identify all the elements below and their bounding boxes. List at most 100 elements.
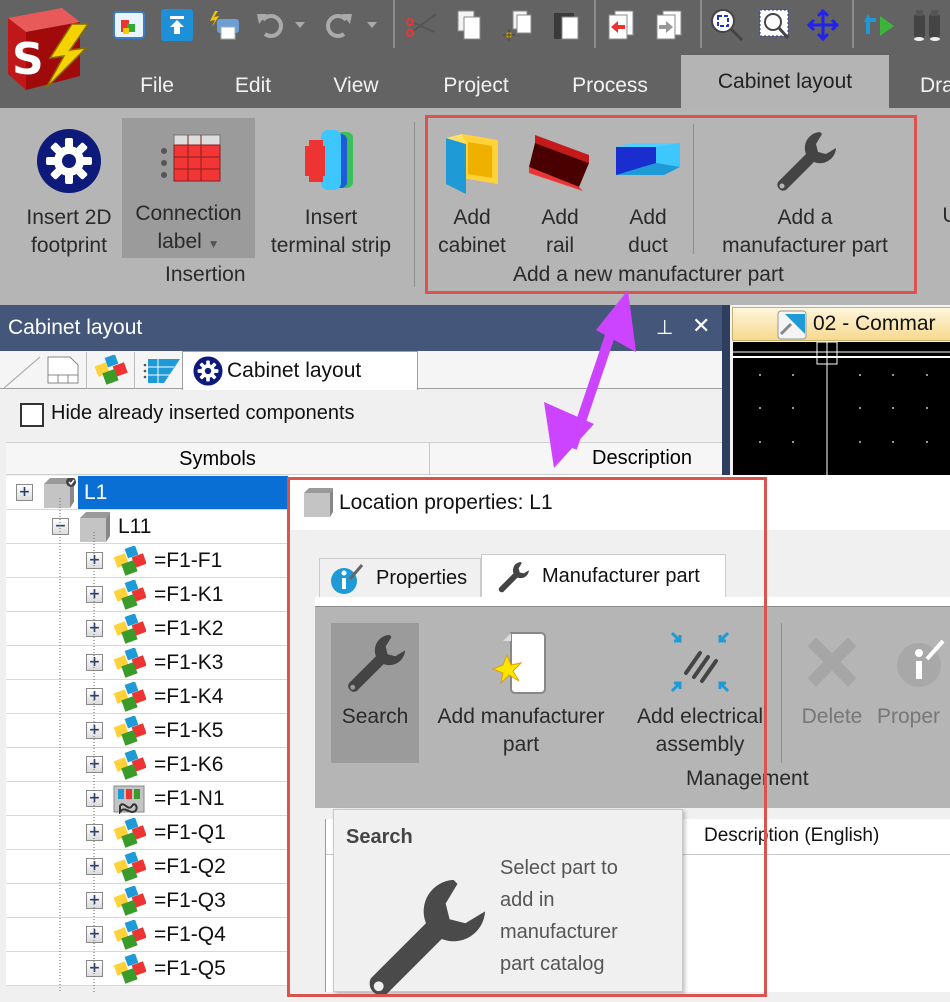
- copy-icon[interactable]: [452, 8, 486, 42]
- close-icon[interactable]: ✕: [692, 313, 710, 339]
- drawing-tab[interactable]: 02 - Commar: [732, 307, 950, 341]
- delete-button-label: Delete: [801, 705, 863, 728]
- tab-cabinet-layout-label: Cabinet layout: [227, 359, 362, 382]
- tab-terminals[interactable]: [142, 355, 182, 387]
- add-electrical-assembly-label-1: Add electrical: [636, 705, 764, 728]
- zoom-window-icon[interactable]: [758, 8, 792, 42]
- delete-x-icon: [808, 621, 856, 703]
- gear-icon: [193, 356, 223, 386]
- search-tooltip: Search Select part to add in manufacture…: [333, 809, 683, 996]
- rail-icon: [527, 118, 593, 204]
- menu-edit[interactable]: Edit: [214, 64, 292, 108]
- insert-2d-footprint-button[interactable]: Insert 2D footprint: [14, 118, 124, 260]
- toolbar-separator: [594, 0, 596, 48]
- wrench-icon: [772, 118, 838, 204]
- properties-button[interactable]: Proper: [877, 621, 950, 731]
- title-bar: S File Edit View Project Process Cabinet…: [0, 0, 950, 108]
- copy-base-point-icon[interactable]: [500, 8, 534, 42]
- undo-icon[interactable]: [253, 8, 287, 42]
- tab-manufacturer-part[interactable]: Manufacturer part: [481, 554, 726, 598]
- chevron-down-icon[interactable]: ▼: [208, 237, 220, 251]
- tab-separator: [134, 352, 135, 389]
- menu-cabinet-layout[interactable]: Cabinet layout: [681, 55, 889, 108]
- print-icon[interactable]: [207, 8, 241, 42]
- cut-icon[interactable]: [404, 8, 438, 42]
- electrical-assembly-icon: [668, 621, 732, 703]
- add-cabinet-label-2: cabinet: [438, 234, 506, 257]
- search-button[interactable]: Search: [331, 623, 419, 763]
- add-duct-label-2: duct: [628, 234, 668, 257]
- add-manufacturer-part-label-2: manufacturer part: [722, 234, 888, 257]
- zoom-extents-icon[interactable]: [710, 8, 744, 42]
- canvas-grid-dots: [759, 374, 928, 443]
- location-icon: [304, 487, 333, 517]
- add-electrical-assembly-label-2: assembly: [655, 733, 745, 756]
- tab-properties[interactable]: Properties: [319, 558, 481, 598]
- insert-2d-footprint-label-1: Insert 2D: [26, 206, 112, 229]
- tab-cabinet-layout[interactable]: Cabinet layout: [182, 351, 418, 390]
- go-to-icon[interactable]: [862, 8, 896, 42]
- upload-icon[interactable]: [160, 8, 194, 42]
- tooltip-line: manufacturer: [500, 921, 618, 943]
- redo-dropdown-icon[interactable]: [362, 8, 382, 42]
- menu-project[interactable]: Project: [420, 64, 532, 108]
- insert-terminal-strip-label-1: Insert: [304, 206, 358, 229]
- previous-drawing-icon[interactable]: [604, 8, 638, 42]
- project-manager-icon[interactable]: [112, 8, 146, 42]
- connection-label-text-1: Connection: [135, 202, 242, 225]
- add-manufacturer-part-dialog-button[interactable]: Add manufacturer part: [423, 621, 619, 759]
- ribbon-separator: [693, 124, 694, 254]
- annotation-double-arrow: [544, 290, 636, 468]
- components-icon: [94, 354, 128, 385]
- menu-process[interactable]: Process: [552, 64, 668, 108]
- wrench-icon: [343, 623, 407, 703]
- toolbar-separator: [700, 0, 702, 48]
- tab-components[interactable]: [94, 354, 130, 387]
- dialog-ribbon-separator: [781, 623, 782, 763]
- tab-drawings[interactable]: [46, 355, 82, 387]
- delete-button[interactable]: Delete: [791, 621, 873, 731]
- pin-icon[interactable]: ⊥: [656, 315, 673, 340]
- ribbon: Insert 2D footprint Connection label ▼ I…: [0, 108, 950, 305]
- connection-label-text-2: label ▼: [157, 228, 219, 258]
- insert-terminal-strip-button[interactable]: Insert terminal strip: [258, 118, 404, 260]
- tab-content-strip: [315, 597, 950, 606]
- cutoff-ribbon-label: U: [942, 204, 950, 227]
- info-edit-icon: [877, 621, 945, 703]
- redo-icon[interactable]: [322, 8, 356, 42]
- drawing-canvas[interactable]: [733, 341, 950, 475]
- menu-view[interactable]: View: [316, 64, 396, 108]
- add-cabinet-button[interactable]: Add cabinet: [430, 118, 514, 260]
- drawing-tab-strip: 02 - Commar: [730, 305, 950, 341]
- tab-manufacturer-part-label: Manufacturer part: [542, 565, 700, 587]
- add-rail-button[interactable]: Add rail: [520, 118, 600, 260]
- next-drawing-icon[interactable]: [652, 8, 686, 42]
- dialog-title-bar: Location properties: L1: [289, 475, 950, 530]
- drawing-tab-label: 02 - Commar: [813, 312, 936, 335]
- cutoff-ribbon-button[interactable]: U: [930, 202, 950, 230]
- add-duct-button[interactable]: Add duct: [608, 118, 688, 260]
- panel-splitter[interactable]: [722, 305, 730, 475]
- info-edit-icon: [331, 563, 364, 594]
- add-manufacturer-part-button[interactable]: Add a manufacturer part: [702, 118, 908, 260]
- column-symbols[interactable]: Symbols: [6, 443, 430, 475]
- hide-inserted-checkbox[interactable]: [20, 403, 44, 427]
- find-icon[interactable]: [910, 8, 944, 42]
- terminal-strip-icon: [301, 118, 361, 204]
- add-electrical-assembly-button[interactable]: Add electrical assembly: [625, 621, 775, 759]
- pan-icon[interactable]: [806, 8, 840, 42]
- undo-dropdown-icon[interactable]: [290, 8, 310, 42]
- column-description-english[interactable]: Description (English): [704, 825, 879, 847]
- connection-label-icon: [156, 118, 222, 200]
- menu-file[interactable]: File: [118, 64, 196, 108]
- connection-label-button[interactable]: Connection label ▼: [122, 118, 255, 258]
- cabinet-icon: [444, 118, 500, 204]
- insertion-group-label: Insertion: [165, 263, 246, 286]
- connection-label-text-2-value: label: [157, 230, 202, 253]
- new-part-icon: [489, 621, 553, 703]
- app-logo[interactable]: S: [2, 0, 98, 90]
- menu-drawing[interactable]: Dra: [912, 64, 950, 108]
- add-manufacturer-part-dialog-label-2: part: [502, 733, 540, 756]
- panel-title: Cabinet layout: [8, 316, 143, 339]
- paste-icon[interactable]: [548, 8, 582, 42]
